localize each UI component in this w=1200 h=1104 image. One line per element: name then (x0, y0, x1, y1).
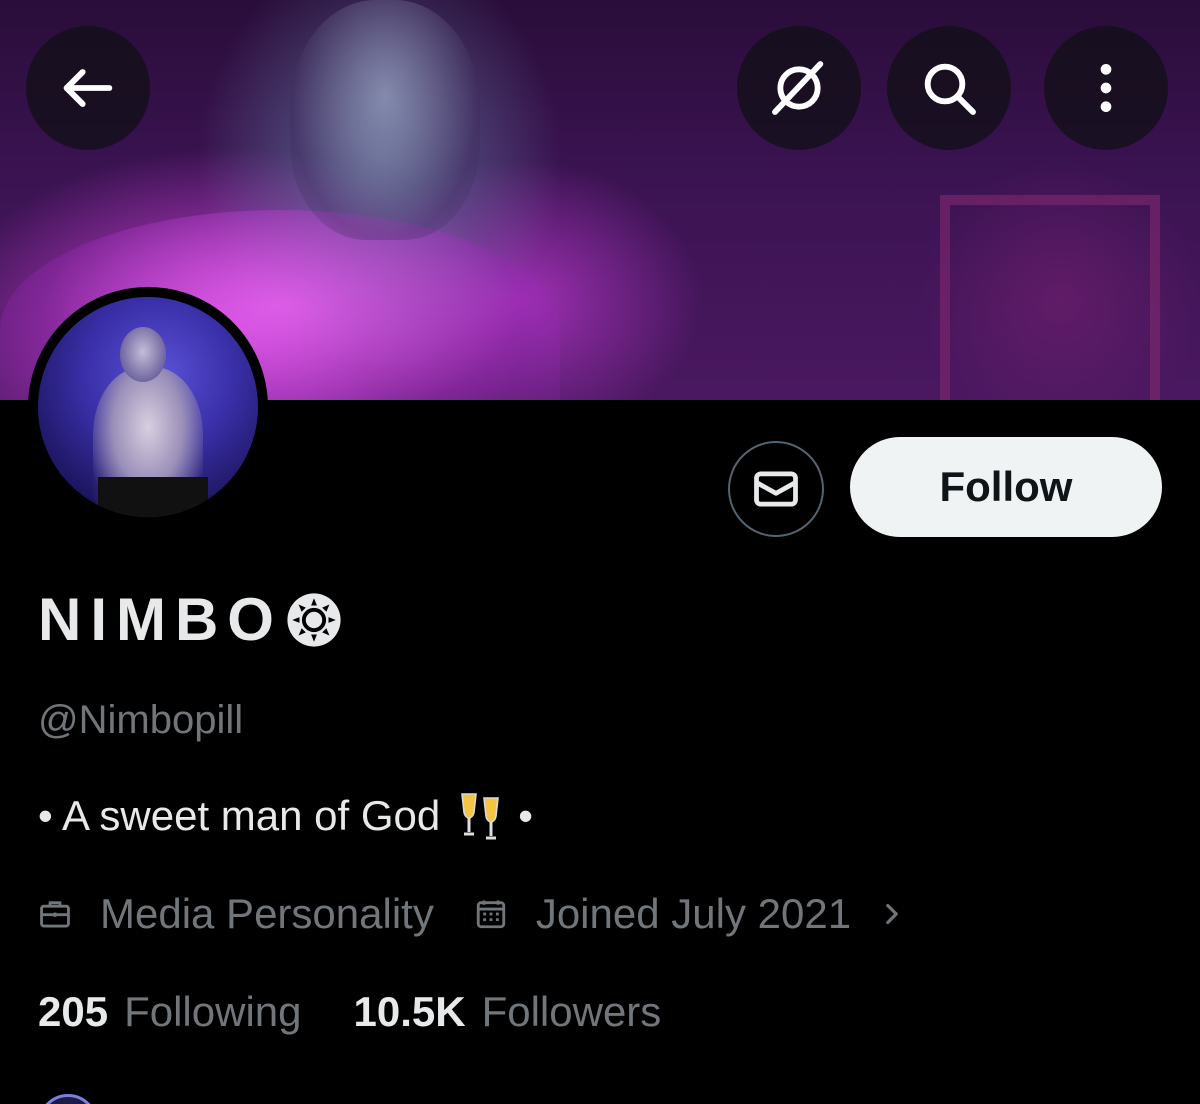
avatar[interactable] (38, 297, 258, 517)
following-count: 205 (38, 988, 109, 1035)
profile-category-label: Media Personality (100, 890, 434, 937)
followers-count: 10.5K (353, 988, 466, 1035)
clinking-glasses-icon (461, 793, 500, 840)
bio-end-text: • (518, 792, 533, 839)
bio-text: • A sweet man of God (38, 792, 441, 839)
grok-button[interactable] (737, 26, 861, 150)
avatar-figure-head (120, 327, 166, 382)
display-name-text: NIMBO (38, 586, 283, 653)
profile-joined-label: Joined July 2021 (535, 890, 852, 937)
arrow-left-icon (63, 69, 113, 107)
profile-bio: • A sweet man of God • (38, 790, 533, 842)
profile-category: Media Personality (38, 890, 434, 938)
profile-joined[interactable]: Joined July 2021 (474, 890, 905, 938)
profile-handle: @Nimbopill (38, 698, 244, 742)
message-button[interactable] (728, 441, 824, 537)
calendar-icon (476, 900, 505, 929)
following-link[interactable]: 205 Following (38, 988, 302, 1036)
follow-button[interactable]: Follow (850, 437, 1162, 537)
sun-badge-icon (287, 592, 341, 647)
search-icon (924, 63, 976, 115)
back-button[interactable] (26, 26, 150, 150)
avatar-figure-pants (98, 477, 208, 517)
more-options-button[interactable] (1044, 26, 1168, 150)
followed-by-avatar[interactable] (38, 1094, 98, 1104)
briefcase-icon (40, 901, 70, 928)
profile-avatar-container[interactable] (28, 287, 268, 527)
follow-counts: 205 Following 10.5K Followers (38, 988, 713, 1036)
display-name: NIMBO (38, 585, 343, 654)
more-vertical-icon (1100, 64, 1112, 112)
following-label: Following (124, 988, 302, 1035)
followers-label: Followers (481, 988, 662, 1035)
banner-frame-decoration (940, 195, 1160, 400)
profile-meta: Media Personality Joined July 2021 (38, 890, 945, 938)
banner-figure-head (290, 0, 480, 240)
followers-link[interactable]: 10.5K Followers (354, 988, 662, 1036)
envelope-icon (754, 471, 798, 507)
grok-icon (772, 61, 824, 115)
search-button[interactable] (887, 26, 1011, 150)
chevron-right-icon (886, 903, 898, 925)
